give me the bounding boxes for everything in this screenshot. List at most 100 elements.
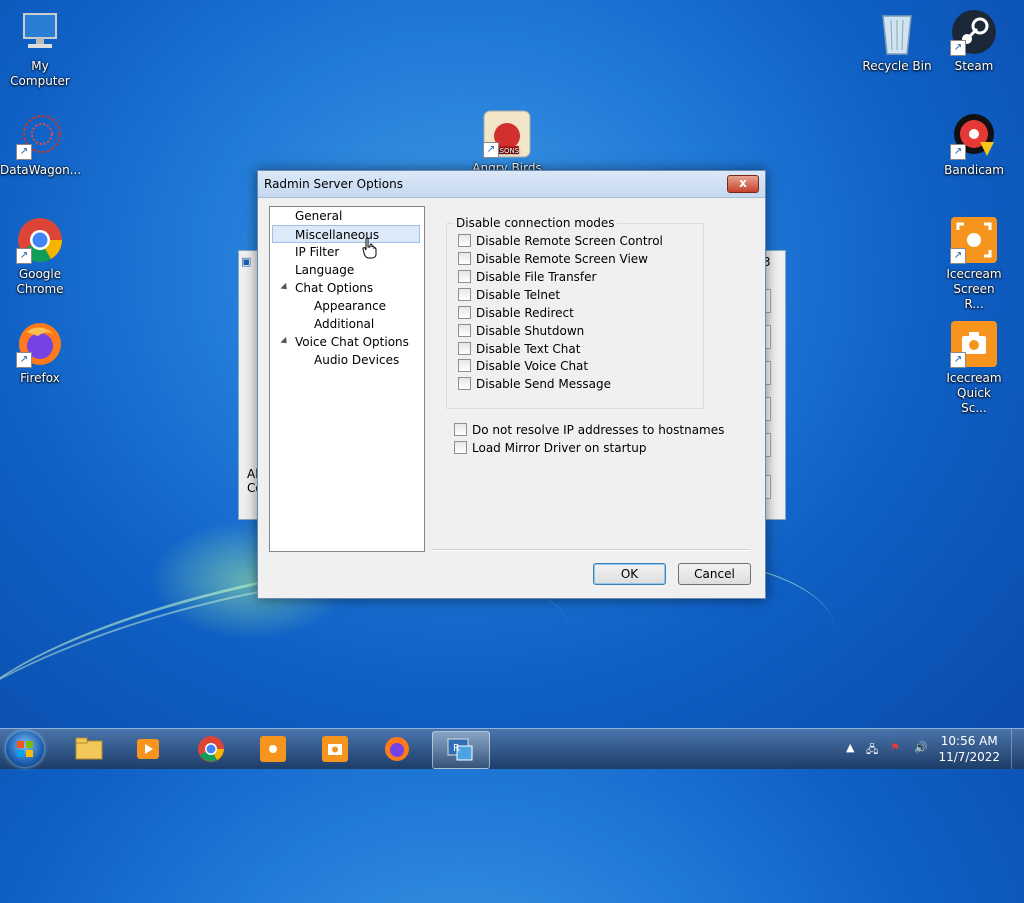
- taskbar-radmin-server[interactable]: R: [432, 731, 490, 769]
- expand-arrow-icon[interactable]: [280, 336, 290, 347]
- checkbox-box[interactable]: [454, 423, 467, 436]
- clock[interactable]: 10:56 AM 11/7/2022: [938, 733, 1000, 765]
- checkbox-disable-file-transfer[interactable]: Disable File Transfer: [458, 269, 596, 285]
- show-desktop-button[interactable]: [1011, 729, 1024, 769]
- tree-item-chat-options[interactable]: Chat Options: [295, 279, 373, 297]
- media-player-icon: [137, 739, 159, 759]
- desktop-icon-label: Recycle Bin: [862, 59, 932, 73]
- desktop-icon-chrome[interactable]: ↗ Google Chrome: [0, 216, 80, 297]
- desktop-icon-label: Bandicam: [944, 163, 1004, 177]
- dialog-title: Radmin Server Options: [264, 177, 403, 191]
- tree-item-voice-chat-options[interactable]: Voice Chat Options: [295, 333, 409, 351]
- checkbox-disable-send-message[interactable]: Disable Send Message: [458, 376, 611, 392]
- volume-icon[interactable]: 🔊: [914, 741, 928, 754]
- desktop-icon-icecream-screenshot[interactable]: ↗ Icecream Quick Sc...: [934, 320, 1014, 416]
- network-icon[interactable]: 🖧: [866, 741, 878, 760]
- checkbox-box[interactable]: [458, 252, 471, 265]
- show-hidden-icons[interactable]: ▲: [846, 741, 854, 754]
- tree-item-language[interactable]: Language: [295, 261, 354, 279]
- action-center-flag-icon[interactable]: ⚑: [890, 741, 900, 754]
- checkbox-label: Disable Text Chat: [476, 342, 581, 356]
- checkbox-load-mirror-driver[interactable]: Load Mirror Driver on startup: [454, 440, 646, 456]
- checkbox-box[interactable]: [458, 234, 471, 247]
- desktop-icon-recycle-bin[interactable]: Recycle Bin: [857, 8, 937, 74]
- radmin-icon: R: [447, 738, 473, 761]
- desktop-icon-datawagon[interactable]: ↗ DataWagon...: [0, 112, 82, 178]
- checkbox-box[interactable]: [458, 288, 471, 301]
- firefox-icon: [385, 737, 409, 761]
- clock-date: 11/7/2022: [938, 750, 1000, 764]
- icecream-recorder-icon: ↗: [950, 216, 998, 264]
- checkbox-disable-telnet[interactable]: Disable Telnet: [458, 287, 560, 303]
- datawagon-icon: ↗: [16, 112, 64, 160]
- checkbox-box[interactable]: [458, 342, 471, 355]
- checkbox-label: Disable Redirect: [476, 306, 574, 320]
- checkbox-label: Do not resolve IP addresses to hostnames: [472, 423, 725, 437]
- checkbox-disable-remote-view[interactable]: Disable Remote Screen View: [458, 251, 648, 267]
- separator: [433, 549, 750, 551]
- tree-item-miscellaneous[interactable]: Miscellaneous: [272, 225, 420, 243]
- shortcut-arrow-icon: ↗: [950, 40, 966, 56]
- taskbar-media-player[interactable]: [121, 731, 177, 767]
- expand-arrow-icon[interactable]: [280, 282, 290, 293]
- clock-time: 10:56 AM: [940, 734, 998, 748]
- tree-item-ip-filter[interactable]: IP Filter: [295, 243, 339, 261]
- desktop-icon-my-computer[interactable]: My Computer: [0, 8, 80, 89]
- checkbox-box[interactable]: [458, 306, 471, 319]
- checkbox-box[interactable]: [454, 441, 467, 454]
- checkbox-box[interactable]: [458, 270, 471, 283]
- desktop-icon-label: Google Chrome: [16, 267, 64, 296]
- tree-item-additional[interactable]: Additional: [314, 315, 374, 333]
- desktop-icon-label: Steam: [954, 59, 994, 73]
- windows-logo-icon: [17, 741, 33, 757]
- checkbox-disable-text-chat[interactable]: Disable Text Chat: [458, 341, 580, 357]
- checkbox-box[interactable]: [458, 359, 471, 372]
- hand-cursor-icon: [362, 237, 377, 259]
- checkbox-disable-voice-chat[interactable]: Disable Voice Chat: [458, 358, 588, 374]
- desktop-icon-icecream-recorder[interactable]: ↗ Icecream Screen R...: [934, 216, 1014, 312]
- desktop-icon-firefox[interactable]: ↗ Firefox: [0, 320, 80, 386]
- desktop-icon-label: My Computer: [10, 59, 70, 88]
- shortcut-arrow-icon: ↗: [16, 144, 32, 160]
- icecream-recorder-icon: [260, 736, 286, 762]
- taskbar-firefox[interactable]: [370, 731, 426, 767]
- cancel-button[interactable]: Cancel: [678, 563, 751, 585]
- checkbox-box[interactable]: [458, 377, 471, 390]
- checkbox-box[interactable]: [458, 324, 471, 337]
- close-button[interactable]: x: [727, 175, 759, 193]
- checkbox-do-not-resolve-ip[interactable]: Do not resolve IP addresses to hostnames: [454, 422, 724, 438]
- icecream-screenshot-icon: ↗: [950, 320, 998, 368]
- folder-icon: [75, 737, 103, 760]
- shortcut-arrow-icon: ↗: [16, 248, 32, 264]
- checkbox-label: Disable Send Message: [476, 377, 611, 391]
- checkbox-label: Load Mirror Driver on startup: [472, 441, 647, 455]
- chrome-icon: [198, 736, 224, 762]
- tree-item-appearance[interactable]: Appearance: [314, 297, 386, 315]
- shortcut-arrow-icon: ↗: [16, 352, 32, 368]
- taskbar-chrome[interactable]: [184, 731, 240, 767]
- checkbox-label: Disable Shutdown: [476, 324, 585, 338]
- checkbox-disable-remote-control[interactable]: Disable Remote Screen Control: [458, 233, 663, 249]
- shortcut-arrow-icon: ↗: [950, 144, 966, 160]
- tree-item-audio-devices[interactable]: Audio Devices: [314, 351, 399, 369]
- start-button[interactable]: [6, 731, 44, 767]
- desktop-icon-steam[interactable]: ↗ Steam: [934, 8, 1014, 74]
- radmin-server-options-dialog: Radmin Server Options x General Miscella…: [257, 170, 766, 599]
- tree-item-general[interactable]: General: [295, 207, 342, 225]
- taskbar-explorer[interactable]: [62, 731, 118, 767]
- checkbox-disable-redirect[interactable]: Disable Redirect: [458, 305, 574, 321]
- desktop-icon-label: Icecream Quick Sc...: [946, 371, 1002, 415]
- taskbar-icecream-screenshot[interactable]: [308, 731, 364, 767]
- checkbox-disable-shutdown[interactable]: Disable Shutdown: [458, 323, 584, 339]
- recycle-bin-icon: [873, 8, 921, 56]
- desktop-icon-label: DataWagon...: [0, 163, 82, 177]
- title-bar[interactable]: Radmin Server Options x: [258, 171, 765, 198]
- window-app-icon: ▣: [241, 255, 252, 268]
- checkbox-label: Disable File Transfer: [476, 270, 597, 284]
- desktop-icon-angry-birds[interactable]: ASONS ↗ Angry Birds: [467, 110, 547, 176]
- ok-button[interactable]: OK: [593, 563, 666, 585]
- desktop-icon-label: Icecream Screen R...: [946, 267, 1002, 311]
- taskbar-icecream-recorder[interactable]: [246, 731, 302, 767]
- desktop-icon-bandicam[interactable]: ↗ Bandicam: [934, 112, 1014, 178]
- options-tree[interactable]: General Miscellaneous IP Filter Language…: [269, 206, 425, 552]
